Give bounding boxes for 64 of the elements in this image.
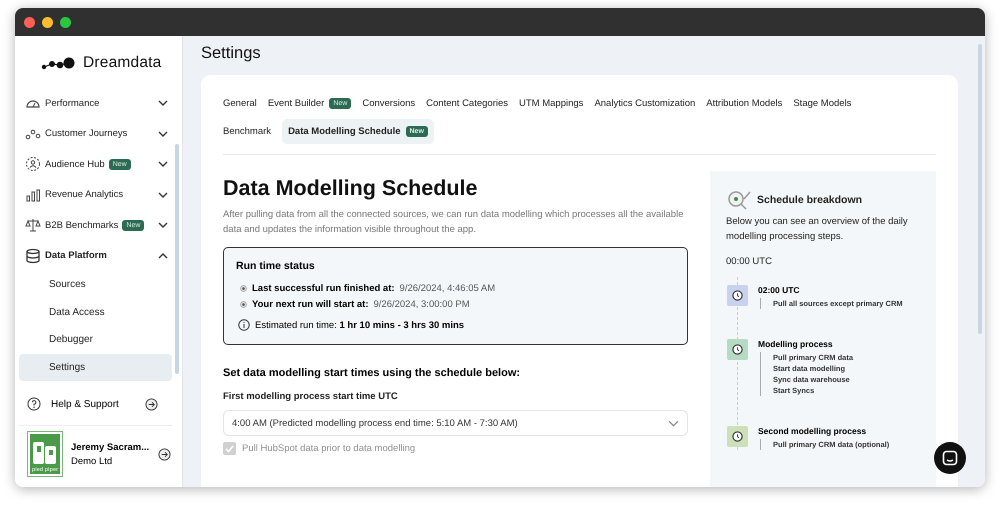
close-icon[interactable] xyxy=(24,16,35,28)
description: After pulling data from all the connected sources, we can run data modelling which processes all the available data and updates the information visible throughout the app. xyxy=(223,208,684,237)
user-name: Jeremy Sacram... xyxy=(71,442,150,452)
run-value: 9/26/2024, 4:46:05 AM xyxy=(400,283,496,294)
step-title: Modelling process xyxy=(758,339,834,349)
brand-name: Dreamdata xyxy=(83,54,162,72)
logo-icon xyxy=(41,56,75,70)
nav-item[interactable]: Performance xyxy=(19,88,178,118)
chat-icon xyxy=(942,450,958,466)
person-icon xyxy=(25,156,41,172)
estimate-text: Estimated run time: 1 hr 10 mins - 3 hrs 30 mins xyxy=(255,320,464,330)
run-value: 9/26/2024, 3:00:00 PM xyxy=(373,299,470,310)
page-title: Settings xyxy=(201,44,262,63)
help-link[interactable]: Help & Support xyxy=(19,381,172,426)
nav-item[interactable]: Revenue Analytics xyxy=(19,180,178,210)
time-select[interactable]: 4:00 AM (Predicted modelling process end time: 5:10 AM - 7:30 AM) xyxy=(223,410,688,436)
tab[interactable]: Stage Models xyxy=(793,91,856,116)
start-time: 00:00 UTC xyxy=(726,256,773,267)
chevron-down-icon xyxy=(158,192,168,198)
nav-item[interactable]: Customer Journeys xyxy=(19,118,178,149)
run-label: Last successful run finished at: xyxy=(252,283,395,294)
company-name: Demo Ltd xyxy=(71,456,114,466)
scale-icon xyxy=(25,217,41,234)
bars-icon xyxy=(25,186,41,203)
tab[interactable]: Content Categories xyxy=(426,91,514,116)
scrollbar[interactable] xyxy=(978,44,982,334)
run-label: Your next run will start at: xyxy=(252,299,368,310)
breakdown-title: Schedule breakdown xyxy=(757,194,862,206)
arrow-right-icon[interactable] xyxy=(158,448,172,460)
step-title: 02:00 UTC xyxy=(758,285,801,295)
chevron-down-icon xyxy=(668,420,679,426)
tab[interactable]: Attribution Models xyxy=(706,91,788,116)
nav-subitem[interactable]: Settings xyxy=(19,354,172,381)
tab[interactable]: General xyxy=(223,91,262,116)
step-title: Second modelling process xyxy=(758,426,868,436)
nav-item[interactable]: Data Platform xyxy=(19,240,178,271)
tab[interactable]: UTM Mappings xyxy=(519,91,588,116)
database-icon xyxy=(25,248,41,264)
chevron-down-icon xyxy=(158,100,168,106)
bullet-icon xyxy=(240,285,247,292)
scrollbar[interactable] xyxy=(175,144,179,374)
help-icon xyxy=(27,397,41,411)
chevron-down-icon xyxy=(158,161,168,168)
tab[interactable]: Conversions xyxy=(362,91,420,116)
status-title: Run time status xyxy=(236,260,316,272)
field-label: First modelling process start time UTC xyxy=(223,391,399,402)
info-icon xyxy=(238,319,250,331)
zoom-icon[interactable] xyxy=(60,16,71,28)
nav-subitem[interactable]: Data Access xyxy=(19,298,172,326)
section-title: Data Modelling Schedule xyxy=(223,176,478,201)
tab[interactable]: Analytics Customization xyxy=(594,91,700,116)
tab[interactable]: Benchmark xyxy=(223,119,276,144)
nav-subitem[interactable]: Debugger xyxy=(19,326,172,354)
breakdown-description: Below you can see an overview of the daily modelling processing steps. xyxy=(726,215,909,244)
magnifier-icon xyxy=(726,189,752,211)
arrow-right-icon xyxy=(145,398,158,410)
schedule-heading: Set data modelling start times using the schedule below: xyxy=(223,367,522,379)
bullet-icon xyxy=(240,301,247,308)
chevron-down-icon xyxy=(158,222,168,228)
minimize-icon[interactable] xyxy=(42,16,53,28)
chevron-up-icon xyxy=(158,252,168,259)
checkbox-label: Pull HubSpot data prior to data modelling xyxy=(242,443,416,454)
chevron-down-icon xyxy=(158,130,168,137)
nav-subitem[interactable]: Sources xyxy=(19,271,172,298)
